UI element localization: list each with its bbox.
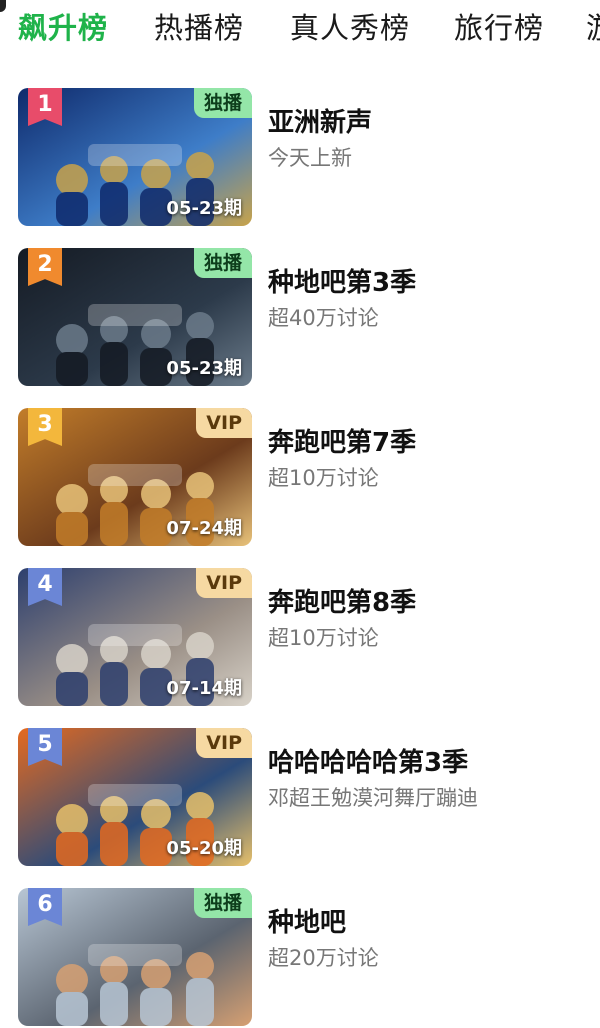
tab-hot[interactable]: 热播榜 [154,10,244,46]
show-subtitle: 超10万讨论 [268,466,379,490]
show-poster[interactable]: 4 VIP 07-14期 [18,568,252,706]
list-item[interactable]: 4 VIP 07-14期 奔跑吧第8季 超10万讨论 [0,568,600,708]
tab-travel[interactable]: 旅行榜 [454,10,544,46]
list-item[interactable]: 3 VIP 07-24期 奔跑吧第7季 超10万讨论 [0,408,600,548]
show-poster[interactable]: 5 VIP 05-20期 [18,728,252,866]
show-title[interactable]: 奔跑吧第7季 [268,422,416,459]
exclusive-badge: 独播 [193,248,252,278]
show-subtitle: 超40万讨论 [268,306,379,330]
ranking-tabs: 飙升榜 热播榜 真人秀榜 旅行榜 游 [0,0,600,62]
show-subtitle: 超10万讨论 [268,626,379,650]
vip-badge: VIP [196,568,252,598]
vip-badge: VIP [196,408,252,438]
episode-date: 07-14期 [166,678,242,699]
list-item[interactable]: 5 VIP 05-20期 哈哈哈哈哈第3季 邓超王勉漠河舞厅蹦迪 [0,728,600,868]
tab-more[interactable]: 游 [586,10,600,46]
show-title[interactable]: 亚洲新声 [268,102,372,139]
show-poster[interactable]: 2 独播 05-23期 [18,248,252,386]
episode-date: 05-23期 [166,198,242,219]
show-poster[interactable]: 6 独播 [18,888,252,1026]
exclusive-badge: 独播 [193,888,252,918]
list-item[interactable]: 6 独播 种地吧超20万讨论 [0,888,600,1028]
show-poster[interactable]: 3 VIP 07-24期 [18,408,252,546]
list-item[interactable]: 2 独播 05-23期 种地吧第3季 超40万讨论 [0,248,600,388]
episode-date: 05-23期 [166,358,242,379]
show-subtitle: 超20万讨论 [268,946,379,970]
show-title[interactable]: 种地吧第3季 [268,262,416,299]
vip-badge: VIP [196,728,252,758]
show-subtitle: 邓超王勉漠河舞厅蹦迪 [268,786,478,810]
list-item[interactable]: 1 独播 05-23期 亚洲新声 今天上新 [0,88,600,228]
tab-rising[interactable]: 飙升榜 [18,10,108,46]
show-title[interactable]: 哈哈哈哈哈第3季 [268,742,468,779]
tab-reality[interactable]: 真人秀榜 [290,10,410,46]
episode-date: 05-20期 [166,838,242,859]
show-title[interactable]: 种地吧 [268,902,346,939]
show-subtitle: 今天上新 [268,146,352,170]
show-title[interactable]: 奔跑吧第8季 [268,582,416,619]
show-poster[interactable]: 1 独播 05-23期 [18,88,252,226]
episode-date: 07-24期 [166,518,242,539]
exclusive-badge: 独播 [193,88,252,118]
